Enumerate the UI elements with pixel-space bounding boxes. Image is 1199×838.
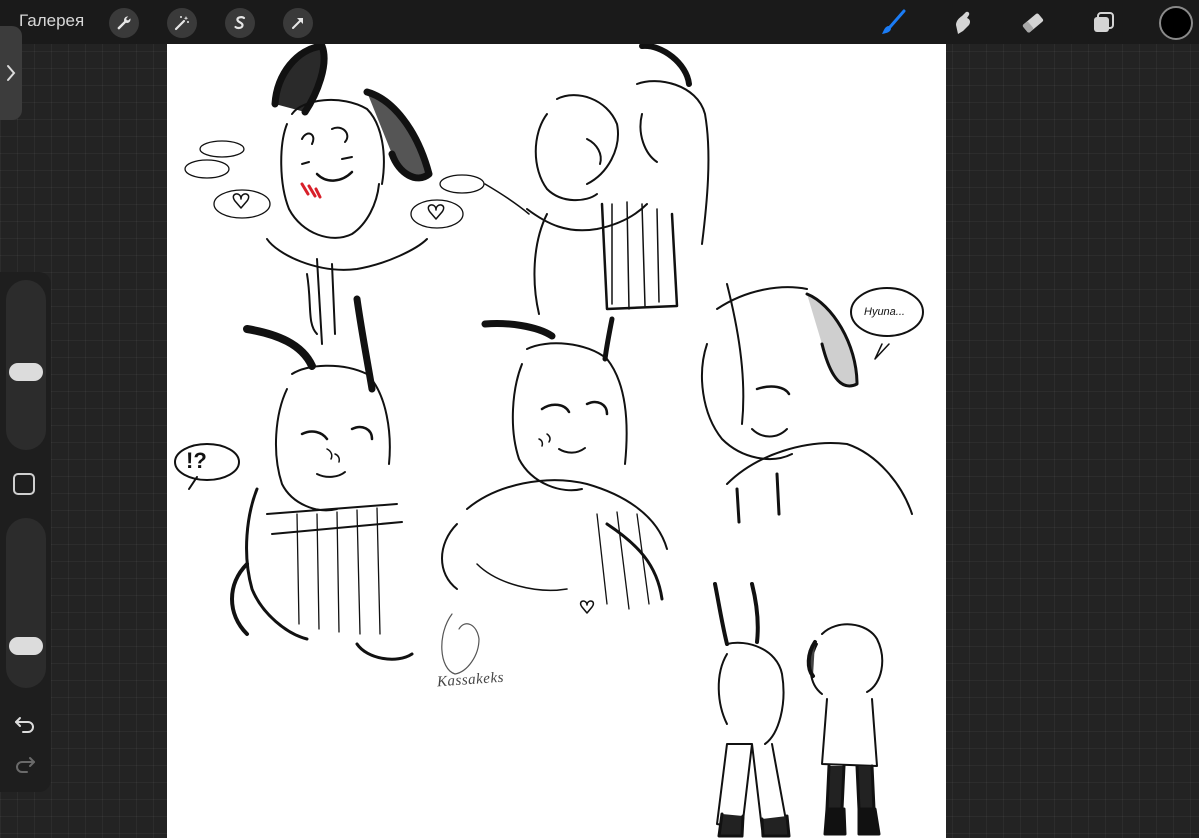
selection-button[interactable] bbox=[225, 8, 255, 38]
brush-size-thumb[interactable] bbox=[9, 363, 43, 381]
drawing-canvas[interactable]: Kassakeks !? Hyuna... bbox=[167, 44, 946, 838]
sketch-smirk-bunny bbox=[701, 283, 924, 524]
undo-button[interactable] bbox=[11, 710, 39, 738]
left-sidebar bbox=[0, 272, 51, 792]
redo-button[interactable] bbox=[11, 750, 39, 778]
layers-button[interactable] bbox=[1087, 6, 1121, 40]
sketch-chibi-pair bbox=[713, 582, 884, 838]
transform-button[interactable] bbox=[283, 8, 313, 38]
redo-icon bbox=[16, 757, 35, 773]
eraser-tool-button[interactable] bbox=[1016, 6, 1050, 40]
selection-icon bbox=[234, 16, 246, 30]
eraser-icon bbox=[1022, 13, 1044, 33]
transform-arrow-icon bbox=[292, 18, 303, 29]
undo-icon bbox=[15, 717, 34, 733]
actions-button[interactable] bbox=[109, 8, 139, 38]
smudge-tool-button[interactable] bbox=[946, 6, 980, 40]
modify-button[interactable] bbox=[13, 473, 35, 495]
brush-tool-button[interactable] bbox=[876, 6, 910, 40]
chevron-right-icon bbox=[7, 65, 16, 81]
sketch-sweaty-face bbox=[441, 316, 668, 614]
opacity-slider[interactable] bbox=[6, 518, 46, 688]
layers-icon bbox=[1094, 12, 1114, 32]
smudge-icon bbox=[956, 11, 971, 35]
sketch-bunny-head-top-left bbox=[184, 44, 485, 345]
magic-wand-icon bbox=[174, 16, 189, 31]
sketch-artwork bbox=[174, 44, 924, 838]
sketch-pair-top-right bbox=[484, 44, 710, 315]
exclaim-bubble-text: !? bbox=[186, 448, 207, 473]
opacity-thumb[interactable] bbox=[9, 637, 43, 655]
sidebar-toggle[interactable] bbox=[0, 26, 22, 120]
brush-icon bbox=[882, 9, 906, 34]
adjustments-button[interactable] bbox=[167, 8, 197, 38]
gallery-button[interactable]: Галерея bbox=[19, 11, 84, 31]
color-picker-button[interactable] bbox=[1159, 6, 1193, 40]
brush-size-slider[interactable] bbox=[6, 280, 46, 450]
name-bubble-text: Hyuna... bbox=[864, 306, 905, 318]
wrench-icon bbox=[117, 16, 131, 30]
top-toolbar: Галерея bbox=[0, 0, 1199, 44]
sketch-surprised-bunny bbox=[174, 295, 414, 661]
